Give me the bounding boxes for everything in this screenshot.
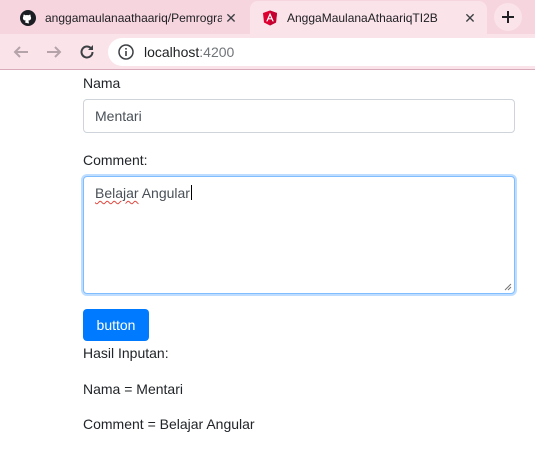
name-label: Nama [83, 75, 121, 91]
tab-title: AnggaMaulanaAthaariqTI2B [287, 11, 438, 25]
address-bar[interactable]: localhost:4200 [108, 38, 535, 66]
text-caret [190, 185, 192, 200]
github-icon [20, 10, 36, 26]
back-button[interactable] [9, 40, 33, 64]
result-name-line: Nama = Mentari [83, 381, 183, 397]
comment-textarea[interactable]: Belajar Angular [83, 176, 515, 294]
arrow-left-icon [13, 46, 28, 58]
submit-button[interactable]: button [83, 309, 149, 341]
forward-button[interactable] [42, 40, 66, 64]
url-text: localhost:4200 [144, 44, 235, 60]
comment-word-misspelled: Belajar [95, 185, 139, 201]
resize-grip-icon[interactable] [504, 283, 512, 291]
comment-label: Comment: [83, 152, 148, 168]
name-input-value: Mentari [95, 108, 142, 124]
reload-button[interactable] [75, 40, 99, 64]
tab-strip: anggamaulanaathaariq/Pemrogra ✕ AnggaMau… [0, 0, 535, 35]
tab-angular-app[interactable]: AnggaMaulanaAthaariqTI2B ✕ [250, 1, 487, 35]
comment-word: Angular [138, 185, 190, 201]
tab-github-repo[interactable]: anggamaulanaathaariq/Pemrogra ✕ [8, 1, 248, 35]
result-comment-line: Comment = Belajar Angular [83, 416, 255, 432]
reload-icon [80, 45, 94, 59]
tab-title: anggamaulanaathaariq/Pemrogra [45, 11, 222, 25]
arrow-right-icon [47, 46, 62, 58]
new-tab-button[interactable] [494, 3, 522, 31]
plus-icon [502, 11, 514, 23]
browser-toolbar: localhost:4200 [0, 34, 535, 70]
result-heading: Hasil Inputan: [83, 345, 169, 361]
info-icon[interactable] [118, 44, 134, 60]
angular-icon [262, 10, 278, 26]
name-input[interactable]: Mentari [83, 99, 515, 133]
close-tab-icon[interactable]: ✕ [222, 9, 240, 27]
close-tab-icon[interactable]: ✕ [461, 9, 479, 27]
